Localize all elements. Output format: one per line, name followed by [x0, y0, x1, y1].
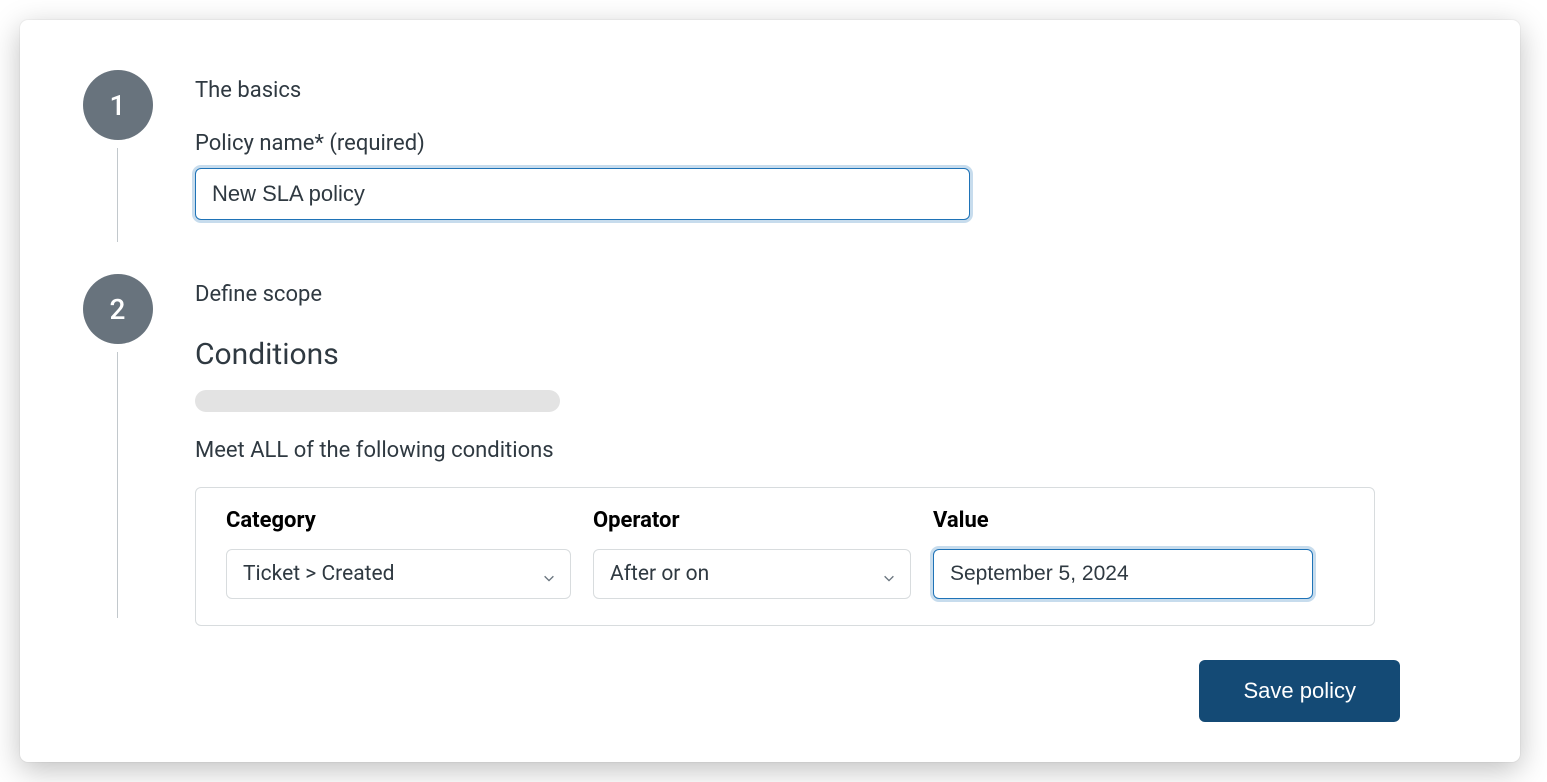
conditions-heading: Conditions	[195, 337, 1460, 372]
placeholder-bar	[195, 390, 560, 412]
condition-operator-column: Operator After or on	[593, 508, 911, 599]
value-date-input[interactable]	[933, 549, 1313, 599]
condition-category-column: Category Ticket > Created	[226, 508, 571, 599]
step-connector-line-2	[117, 352, 118, 618]
condition-row: Category Ticket > Created Operator After…	[195, 487, 1375, 626]
step-title-basics: The basics	[195, 78, 1460, 103]
save-policy-button[interactable]: Save policy	[1199, 660, 1400, 722]
condition-value-column: Value	[933, 508, 1313, 599]
category-label: Category	[226, 508, 571, 533]
value-label: Value	[933, 508, 1313, 533]
step-connector-line-1	[117, 148, 118, 242]
step-title-scope: Define scope	[195, 282, 1460, 307]
policy-name-input[interactable]	[195, 168, 970, 220]
step-body-2: Define scope Conditions Meet ALL of the …	[155, 274, 1460, 626]
actions-bar: Save policy	[80, 626, 1460, 722]
step-define-scope: 2 Define scope Conditions Meet ALL of th…	[80, 274, 1460, 626]
category-select-value: Ticket > Created	[243, 562, 394, 586]
chevron-down-icon	[882, 567, 896, 581]
policy-form-panel: 1 The basics Policy name* (required) 2 D…	[20, 20, 1520, 762]
operator-select-value: After or on	[610, 562, 709, 586]
step-indicator-2: 2	[80, 274, 155, 626]
step-basics: 1 The basics Policy name* (required)	[80, 70, 1460, 250]
step-number-1: 1	[83, 70, 153, 140]
conditions-intro-text: Meet ALL of the following conditions	[195, 438, 1460, 463]
operator-label: Operator	[593, 508, 911, 533]
step-number-2: 2	[83, 274, 153, 344]
operator-select[interactable]: After or on	[593, 549, 911, 599]
step-body-1: The basics Policy name* (required)	[155, 70, 1460, 220]
policy-name-label: Policy name* (required)	[195, 131, 1460, 156]
step-indicator-1: 1	[80, 70, 155, 250]
chevron-down-icon	[542, 567, 556, 581]
category-select[interactable]: Ticket > Created	[226, 549, 571, 599]
